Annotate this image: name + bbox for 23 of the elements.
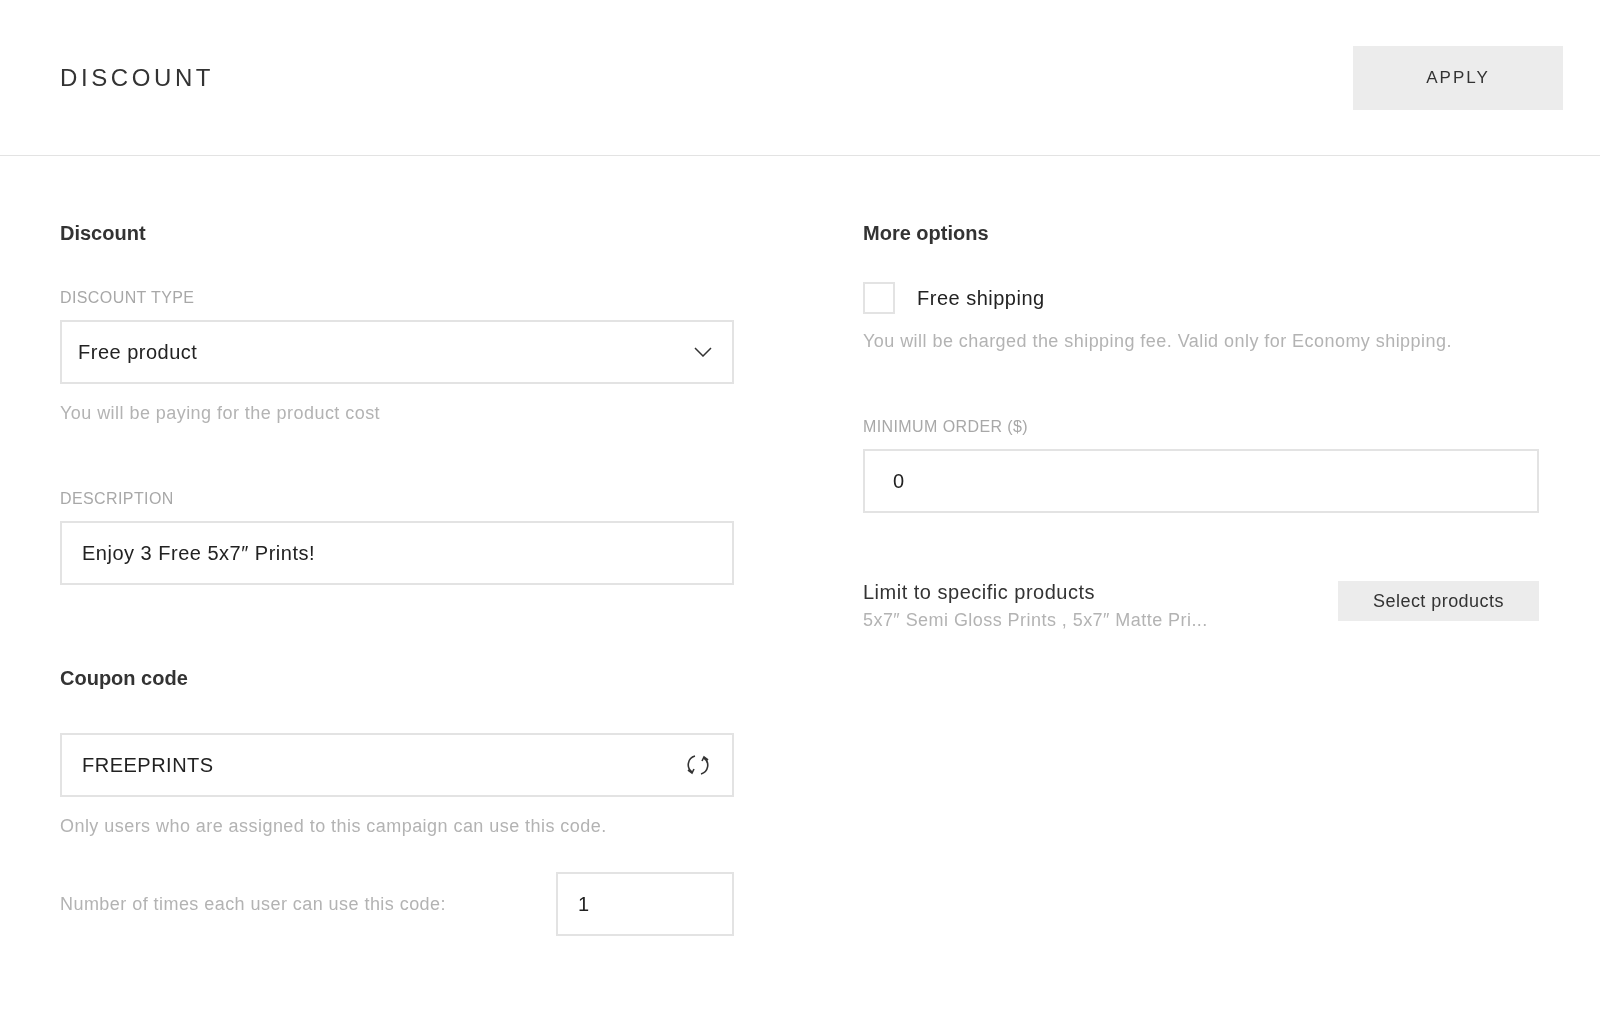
checkbox-label: Free shipping (917, 286, 1045, 311)
limit-label: Limit to specific products (863, 580, 1096, 605)
selected-products-text: 5x7″ Semi Gloss Prints , 5x7″ Matte Pri... (863, 609, 1208, 632)
section-heading: Coupon code (60, 666, 189, 691)
section-heading: More options (863, 221, 990, 246)
field-label: Number of times each user can use this code: (60, 892, 446, 916)
hint-text: You will be paying for the product cost (60, 402, 382, 425)
hint-text: Only users who are assigned to this campaign can use this code. (60, 815, 608, 838)
minimum-order-field[interactable]: 0 (863, 449, 1539, 513)
field-label: MINIMUM ORDER ($) (863, 417, 1029, 437)
discount-type-dropdown[interactable]: Free product (60, 320, 734, 384)
apply-button[interactable]: APPLY (1353, 45, 1563, 110)
hint-text: You will be charged the shipping fee. Valid only for Economy shipping. (863, 330, 1453, 353)
select-products-button[interactable]: Select products (1338, 581, 1539, 621)
coupon-code-field[interactable]: FREEPRINTS (60, 733, 734, 797)
checkbox[interactable] (863, 282, 895, 314)
field-label: DESCRIPTION (60, 489, 175, 509)
section-heading: Discount (60, 221, 147, 246)
description-field[interactable]: Enjoy 3 Free 5x7″ Prints! (60, 521, 734, 585)
chevron-down-icon (694, 347, 712, 357)
page-title: DISCOUNT (60, 62, 215, 93)
uses-field[interactable]: 1 (556, 872, 734, 936)
field-label: DISCOUNT TYPE (60, 288, 196, 308)
